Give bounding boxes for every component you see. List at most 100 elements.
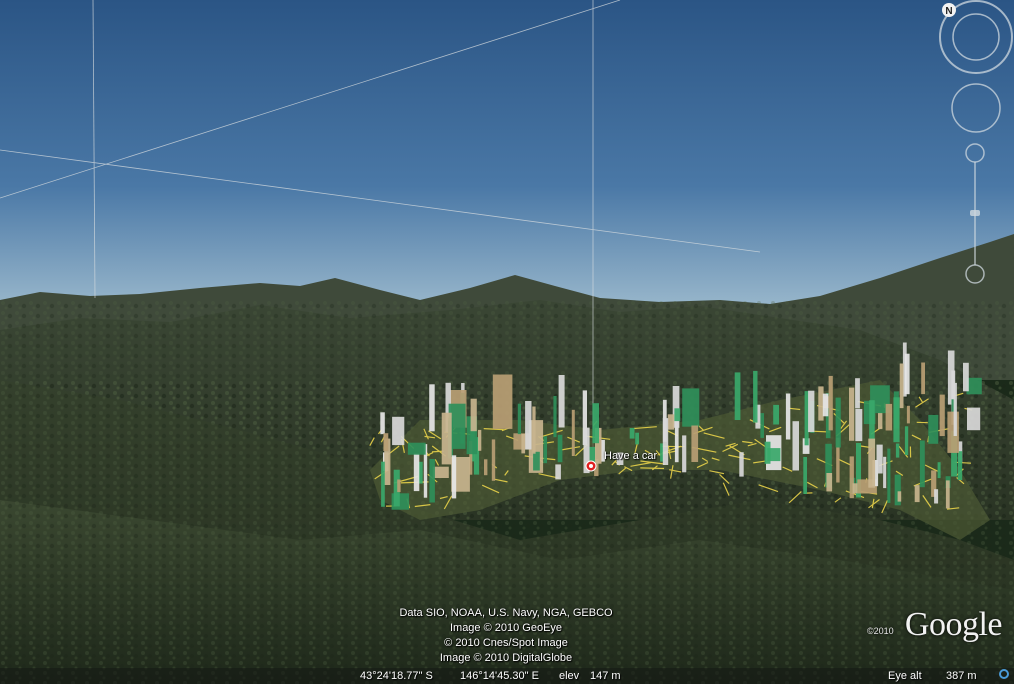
building — [876, 444, 883, 474]
building — [792, 421, 799, 471]
placemark-label[interactable]: Have a car — [604, 450, 657, 462]
building — [957, 451, 963, 480]
building — [785, 393, 791, 440]
building — [804, 391, 809, 446]
compass-north-label: N — [945, 6, 952, 17]
navigation-controls[interactable]: N — [934, 0, 1014, 300]
building — [674, 408, 681, 422]
building — [899, 363, 904, 409]
building — [432, 466, 449, 478]
building — [895, 443, 900, 458]
building — [904, 353, 910, 395]
building — [967, 407, 981, 431]
building — [808, 390, 815, 433]
building — [682, 435, 687, 473]
building — [852, 483, 858, 494]
elevation-label: elev — [559, 670, 580, 682]
building — [484, 459, 488, 476]
building — [533, 451, 540, 471]
building — [835, 397, 841, 448]
look-joystick-icon[interactable] — [951, 83, 1001, 133]
building — [470, 398, 477, 432]
google-logo: Google — [904, 606, 1003, 643]
road-segment — [640, 467, 665, 470]
building — [381, 461, 385, 507]
building — [478, 429, 482, 451]
building — [803, 457, 807, 494]
attribution-line: Data SIO, NOAA, U.S. Navy, NGA, GEBCO — [399, 607, 613, 619]
building — [662, 418, 669, 465]
elevation-value: 147 m — [590, 670, 621, 682]
building — [441, 412, 452, 465]
building — [760, 413, 764, 438]
building — [897, 491, 902, 502]
building — [939, 394, 945, 437]
attribution-line: Image © 2010 DigitalGlobe — [439, 652, 573, 664]
building — [904, 426, 909, 456]
attribution-line: Image © 2010 GeoEye — [449, 622, 563, 634]
building — [451, 455, 457, 499]
building — [392, 416, 405, 446]
building — [828, 375, 833, 431]
building — [635, 432, 639, 445]
terrain-scene[interactable] — [0, 0, 1014, 684]
building — [492, 374, 513, 429]
zoom-slider-icon[interactable] — [965, 143, 985, 284]
imagery-attribution: Data SIO, NOAA, U.S. Navy, NGA, GEBCO Im… — [386, 606, 626, 666]
building — [397, 479, 401, 493]
building — [906, 405, 910, 424]
building — [682, 388, 700, 427]
building — [491, 439, 496, 481]
building — [429, 384, 435, 432]
earth-3d-viewport[interactable]: Have a car N Data SIO, NOAA, U.S. Navy, … — [0, 0, 1014, 684]
building — [629, 428, 635, 439]
building — [963, 362, 969, 392]
building — [945, 480, 950, 509]
building — [849, 387, 855, 441]
building — [558, 375, 565, 428]
building — [521, 434, 526, 454]
building — [543, 436, 547, 464]
building — [691, 425, 699, 462]
building — [413, 453, 420, 492]
building — [928, 414, 939, 444]
building — [914, 485, 920, 503]
red-placemark-icon[interactable] — [585, 459, 597, 472]
building — [525, 401, 532, 450]
compass-ring-icon[interactable]: N — [939, 0, 1013, 74]
building — [937, 462, 941, 479]
eye-alt-label: Eye alt — [888, 670, 922, 682]
building — [868, 438, 876, 488]
streaming-status-icon — [999, 669, 1009, 679]
building — [764, 441, 771, 464]
building — [934, 489, 939, 504]
eye-alt-value: 387 m — [946, 670, 977, 682]
building — [532, 406, 536, 454]
latitude-readout: 43°24'18.77" S — [360, 670, 433, 682]
building — [822, 393, 829, 417]
building — [383, 433, 389, 451]
building — [885, 403, 893, 431]
building — [753, 370, 758, 423]
building — [947, 411, 959, 453]
building — [826, 473, 833, 492]
attribution-line: © 2010 Cnes/Spot Image — [444, 637, 568, 649]
building — [553, 396, 557, 438]
longitude-readout: 146°14'45.30" E — [460, 670, 539, 682]
status-bar: 43°24'18.77" S 146°14'45.30" E elev 147 … — [0, 668, 1014, 684]
building — [855, 378, 860, 409]
building — [429, 459, 435, 503]
building — [919, 440, 925, 488]
building — [380, 412, 385, 435]
building — [887, 448, 891, 503]
building — [557, 434, 563, 463]
building — [739, 452, 744, 477]
sky — [0, 0, 1014, 310]
building — [953, 382, 957, 436]
building — [893, 397, 900, 443]
building — [878, 412, 883, 430]
building — [921, 362, 925, 395]
building — [883, 456, 887, 489]
building — [555, 464, 561, 480]
building — [667, 414, 675, 430]
